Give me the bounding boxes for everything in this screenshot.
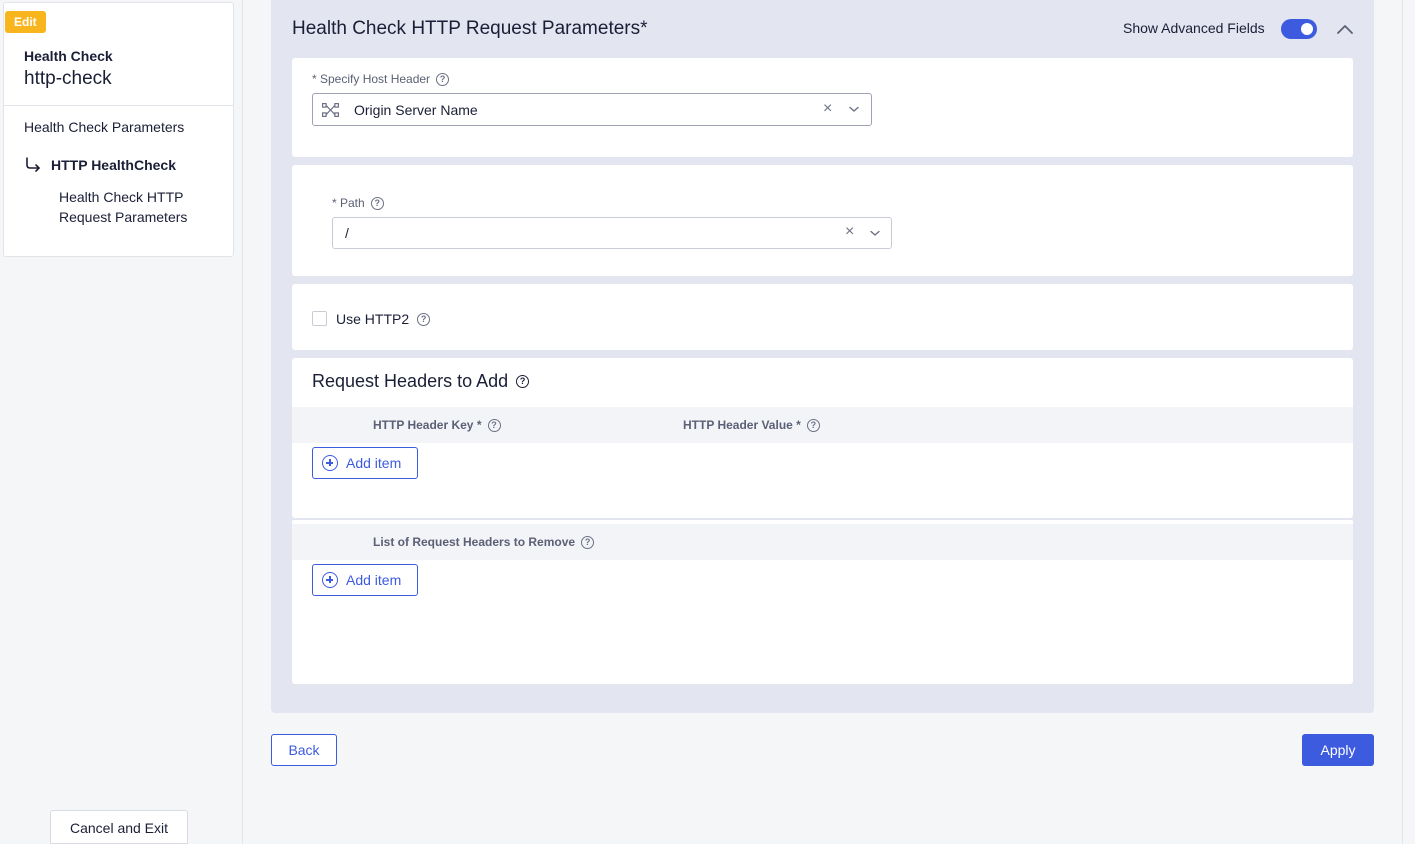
request-headers-title-text: Request Headers to Add bbox=[312, 371, 509, 391]
remove-table-head: List of Request Headers to Remove ? bbox=[292, 524, 1353, 560]
help-icon[interactable]: ? bbox=[487, 418, 501, 432]
help-icon[interactable]: ? bbox=[516, 375, 530, 388]
nav-item-http-healthcheck[interactable]: HTTP HealthCheck bbox=[24, 156, 176, 174]
help-icon[interactable]: ? bbox=[581, 535, 595, 549]
nav-item-label: HTTP HealthCheck bbox=[51, 157, 176, 173]
path-label: * Path ? bbox=[332, 196, 384, 210]
request-parameters-section: Health Check HTTP Request Parameters* Sh… bbox=[271, 0, 1374, 713]
add-circle-icon bbox=[322, 455, 338, 471]
path-label-text: * Path bbox=[332, 196, 365, 210]
use-http2-checkbox[interactable] bbox=[312, 311, 327, 326]
add-circle-icon bbox=[322, 572, 338, 588]
column-header-remove-text: List of Request Headers to Remove bbox=[373, 535, 576, 549]
nav-item-request-parameters[interactable]: Health Check HTTP Request Parameters bbox=[59, 187, 219, 227]
sidebar: Edit Health Check http-check Health Chec… bbox=[0, 0, 243, 844]
column-header-key: HTTP Header Key * ? bbox=[373, 418, 501, 432]
edit-badge: Edit bbox=[5, 11, 46, 33]
back-button[interactable]: Back bbox=[271, 734, 337, 766]
required-mark: * bbox=[640, 18, 648, 39]
add-remove-header-item-button[interactable]: Add item bbox=[312, 564, 418, 596]
section-title-text: Health Check HTTP Request Parameters bbox=[292, 18, 641, 39]
column-header-value-text: HTTP Header Value * bbox=[683, 418, 801, 432]
http2-card: Use HTTP2 ? bbox=[292, 284, 1353, 350]
chevron-down-icon[interactable] bbox=[848, 103, 860, 115]
column-header-key-text: HTTP Header Key * bbox=[373, 418, 482, 432]
origin-server-icon bbox=[322, 103, 339, 117]
toggle-knob bbox=[1301, 23, 1313, 35]
request-headers-add-card: Request Headers to Add ? HTTP Header Key… bbox=[292, 358, 1353, 518]
host-header-label: * Specify Host Header ? bbox=[312, 72, 450, 86]
advanced-fields-toggle[interactable] bbox=[1281, 19, 1317, 39]
scrollbar-track[interactable] bbox=[1402, 0, 1415, 844]
arrow-turn-right-icon bbox=[26, 157, 40, 172]
chevron-up-icon[interactable] bbox=[1335, 20, 1355, 38]
clear-icon[interactable]: × bbox=[823, 101, 832, 117]
host-header-label-text: * Specify Host Header bbox=[312, 72, 431, 86]
help-icon[interactable]: ? bbox=[417, 312, 431, 326]
help-icon[interactable]: ? bbox=[370, 196, 384, 210]
path-select[interactable]: / × bbox=[332, 217, 892, 249]
clear-icon[interactable]: × bbox=[845, 224, 854, 240]
add-item-label: Add item bbox=[346, 455, 402, 471]
section-title: Health Check HTTP Request Parameters* bbox=[292, 18, 648, 40]
request-headers-remove-card: List of Request Headers to Remove ? Add … bbox=[292, 518, 1353, 684]
path-card: * Path ? / × bbox=[292, 165, 1353, 276]
help-icon[interactable]: ? bbox=[806, 418, 820, 432]
use-http2-label-text: Use HTTP2 bbox=[336, 311, 410, 327]
divider bbox=[4, 105, 233, 106]
host-header-select[interactable]: Origin Server Name × bbox=[312, 93, 872, 126]
host-header-value: Origin Server Name bbox=[354, 102, 478, 118]
column-header-remove: List of Request Headers to Remove ? bbox=[373, 535, 595, 549]
help-icon[interactable]: ? bbox=[436, 72, 450, 86]
wizard-nav: Edit Health Check http-check Health Chec… bbox=[3, 2, 234, 257]
advanced-fields-label: Show Advanced Fields bbox=[1123, 20, 1265, 36]
apply-button[interactable]: Apply bbox=[1302, 734, 1374, 766]
column-header-value: HTTP Header Value * ? bbox=[683, 418, 820, 432]
path-value: / bbox=[345, 225, 349, 241]
cancel-and-exit-button[interactable]: Cancel and Exit bbox=[50, 810, 188, 844]
headers-table-head: HTTP Header Key * ? HTTP Header Value * … bbox=[292, 407, 1353, 443]
add-header-item-button[interactable]: Add item bbox=[312, 447, 418, 479]
host-header-card: * Specify Host Header ? Origin Server Na… bbox=[292, 58, 1353, 157]
add-item-label: Add item bbox=[346, 572, 402, 588]
nav-item-health-check-parameters[interactable]: Health Check Parameters bbox=[24, 119, 184, 135]
use-http2-label: Use HTTP2 ? bbox=[336, 311, 431, 327]
object-name: http-check bbox=[24, 68, 112, 89]
object-type: Health Check bbox=[24, 48, 113, 64]
chevron-down-icon[interactable] bbox=[869, 227, 881, 239]
request-headers-title: Request Headers to Add ? bbox=[312, 371, 530, 392]
